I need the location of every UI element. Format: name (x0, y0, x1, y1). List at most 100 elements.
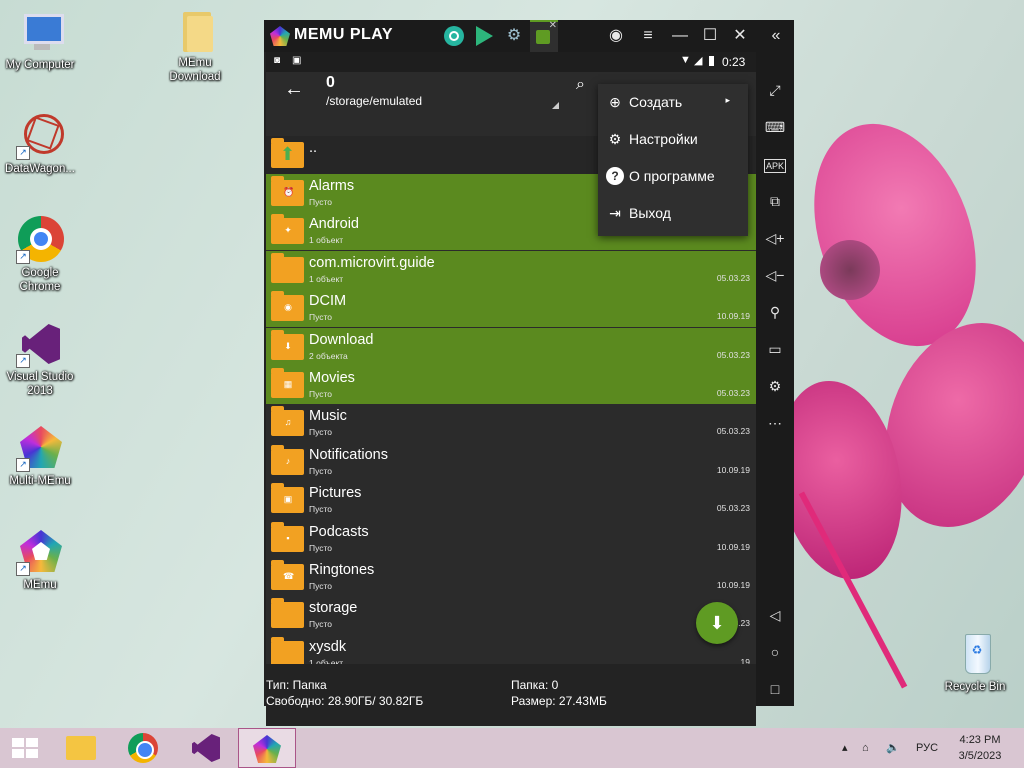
keyboard-button[interactable]: ⌨ (756, 109, 794, 145)
menu-item-label: О программе (629, 168, 715, 184)
close-button[interactable]: ✕ (724, 20, 756, 52)
menu-item-settings[interactable]: ⚙ Настройки (598, 121, 748, 158)
desktop-icon-memu[interactable]: ↗ MEmu (0, 528, 80, 592)
gear-icon: ⚙ (506, 27, 522, 44)
file-name: Alarms (309, 178, 355, 194)
android-screen[interactable]: ◙ ▣ ▼ ◢ 0:23 ← 0 /storage/emulated ⌕ ⬆ .… (266, 52, 756, 726)
back-arrow-icon[interactable]: ← (284, 78, 304, 101)
add-window-icon: ⧉ (770, 193, 780, 209)
file-item-count: 1 объект (309, 273, 344, 284)
taskbar-file-explorer[interactable] (56, 728, 106, 768)
desktop-icon-multi-memu[interactable]: ↗ Multi-MEmu (0, 424, 80, 488)
file-row[interactable]: ♫ Music Пусто 05.03.23 (266, 404, 756, 442)
tab-settings[interactable]: ⚙ (498, 20, 530, 52)
file-item-count: Пусто (309, 312, 333, 323)
clock[interactable]: 4:23 PM 3/5/2023 (950, 732, 1010, 764)
menu-item-about[interactable]: ? О программе (598, 158, 748, 195)
footer-free-space: Свободно: 28.90ГБ/ 30.82ГБ (266, 694, 424, 708)
tab-file-manager[interactable]: ✕ (530, 20, 558, 52)
memu-icon: ↗ (16, 528, 64, 576)
minimize-button[interactable]: — (664, 20, 696, 52)
desktop-icon-google-chrome[interactable]: ↗ Google Chrome (0, 216, 80, 294)
settings-button[interactable]: ⚙ (756, 368, 794, 404)
network-icon[interactable]: ⌂ (862, 728, 869, 768)
desktop-icon-visual-studio[interactable]: ↗ Visual Studio 2013 (0, 320, 80, 398)
collapse-sidebar-button[interactable]: « (760, 20, 792, 52)
show-hidden-icons-button[interactable]: ▴ (842, 728, 848, 768)
folder-type-icon (283, 609, 293, 619)
memu-emulator-window[interactable]: MEMU PLAY ⚙ ✕ ◉ ≡ — ☐ ✕ « ◙ ▣ ▼ ◢ 0:23 ←… (264, 20, 794, 726)
search-icon[interactable]: ⌕ (576, 76, 585, 94)
taskbar-chrome[interactable] (118, 728, 168, 768)
account-button[interactable]: ◉ (600, 20, 632, 52)
file-name: Ringtones (309, 562, 375, 578)
multi-memu-icon: ↗ (16, 424, 64, 472)
start-button[interactable] (0, 728, 50, 768)
file-item-count: Пусто (309, 619, 333, 630)
folder-type-icon: ♪ (285, 455, 291, 466)
folder-button[interactable]: ▭ (756, 331, 794, 367)
language-indicator[interactable]: РУС (916, 728, 938, 768)
tab-play-store[interactable] (474, 26, 494, 46)
file-row[interactable]: ⬇ Download 2 объекта 05.03.23 (266, 327, 756, 366)
file-row[interactable]: ☎ Ringtones Пусто 10.09.19 (266, 558, 756, 596)
tab-home[interactable] (444, 26, 464, 46)
fullscreen-button[interactable]: ⤢ (756, 72, 794, 108)
desktop-icon-memu-download[interactable]: MEmu Download (155, 6, 235, 84)
android-back-button[interactable]: ◁ (756, 597, 794, 633)
taskbar-memu[interactable] (238, 728, 296, 768)
home-app-icon (449, 31, 459, 41)
folder-icon (271, 598, 304, 629)
menu-button[interactable]: ≡ (632, 20, 664, 52)
footer-folder-count: Папка: 0 (511, 678, 559, 692)
desktop-icon-recycle-bin[interactable]: ♻ Recycle Bin (935, 630, 1015, 694)
folder-type-icon: ▦ (283, 379, 293, 389)
file-row[interactable]: ◉ DCIM Пусто 10.09.19 (266, 289, 756, 328)
file-row[interactable]: ▪ Podcasts Пусто 10.09.19 (266, 520, 756, 558)
menu-item-create[interactable]: ⊕ Создать ▸ (598, 84, 748, 121)
download-fab[interactable]: ⬇ (696, 602, 738, 644)
more-button[interactable]: ⋯ (756, 405, 794, 441)
file-row[interactable]: ♪ Notifications Пусто 10.09.19 (266, 443, 756, 481)
menu-item-label: Создать (629, 94, 683, 110)
volume-up-button[interactable]: ◁+ (756, 220, 794, 256)
menu-item-exit[interactable]: ⇥ Выход (598, 195, 748, 232)
file-row[interactable]: com.microvirt.guide 1 объект 05.03.23 (266, 250, 756, 289)
folder-icon: ✦ (271, 214, 304, 245)
volume-icon[interactable]: 🔈 (886, 728, 900, 768)
location-button[interactable]: ⚲ (756, 294, 794, 330)
add-circle-icon: ⊕ (609, 94, 621, 110)
apk-button[interactable]: APK (756, 146, 794, 182)
taskbar-visual-studio[interactable] (180, 728, 230, 768)
file-item-count: 1 объект (309, 235, 344, 246)
desktop-icon-my-computer[interactable]: My Computer (0, 8, 80, 72)
android-recents-button[interactable]: □ (756, 671, 794, 707)
apk-icon: APK (763, 159, 786, 173)
path-dropdown-icon[interactable] (552, 102, 559, 109)
desktop-icon-datawagon[interactable]: ↗ DataWagon... (0, 105, 80, 176)
file-name: Music (309, 408, 347, 425)
android-status-bar: ◙ ▣ ▼ ◢ 0:23 (266, 52, 756, 72)
file-row[interactable]: storageПусто05.03.23 (266, 596, 756, 634)
minimize-icon: — (672, 27, 688, 44)
windows-logo-icon (12, 738, 38, 758)
file-name: xysdk (309, 638, 347, 655)
folder-type-icon: ▣ (283, 494, 293, 505)
recycle-bin-icon: ♻ (951, 630, 999, 678)
emulator-titlebar[interactable]: MEMU PLAY ⚙ ✕ ◉ ≡ — ☐ ✕ « (264, 20, 794, 52)
file-row[interactable]: ▦ Movies Пусто 05.03.23 (266, 366, 756, 404)
file-item-count: Пусто (309, 197, 333, 207)
maximize-button[interactable]: ☐ (694, 20, 726, 52)
more-icon: ⋯ (768, 415, 782, 431)
volume-down-icon: ◁− (765, 267, 785, 283)
folder-icon: ▣ (271, 483, 304, 514)
android-home-button[interactable]: ○ (756, 634, 794, 670)
add-window-button[interactable]: ⧉ (756, 183, 794, 219)
volume-down-button[interactable]: ◁− (756, 257, 794, 293)
footer-type: Тип: Папка (266, 678, 327, 692)
file-date: 05.03.23 (716, 426, 750, 437)
current-path[interactable]: /storage/emulated (326, 94, 422, 108)
close-tab-icon[interactable]: ✕ (549, 20, 557, 31)
file-name: Download (309, 331, 374, 348)
file-row[interactable]: ▣ Pictures Пусто 05.03.23 (266, 481, 756, 519)
